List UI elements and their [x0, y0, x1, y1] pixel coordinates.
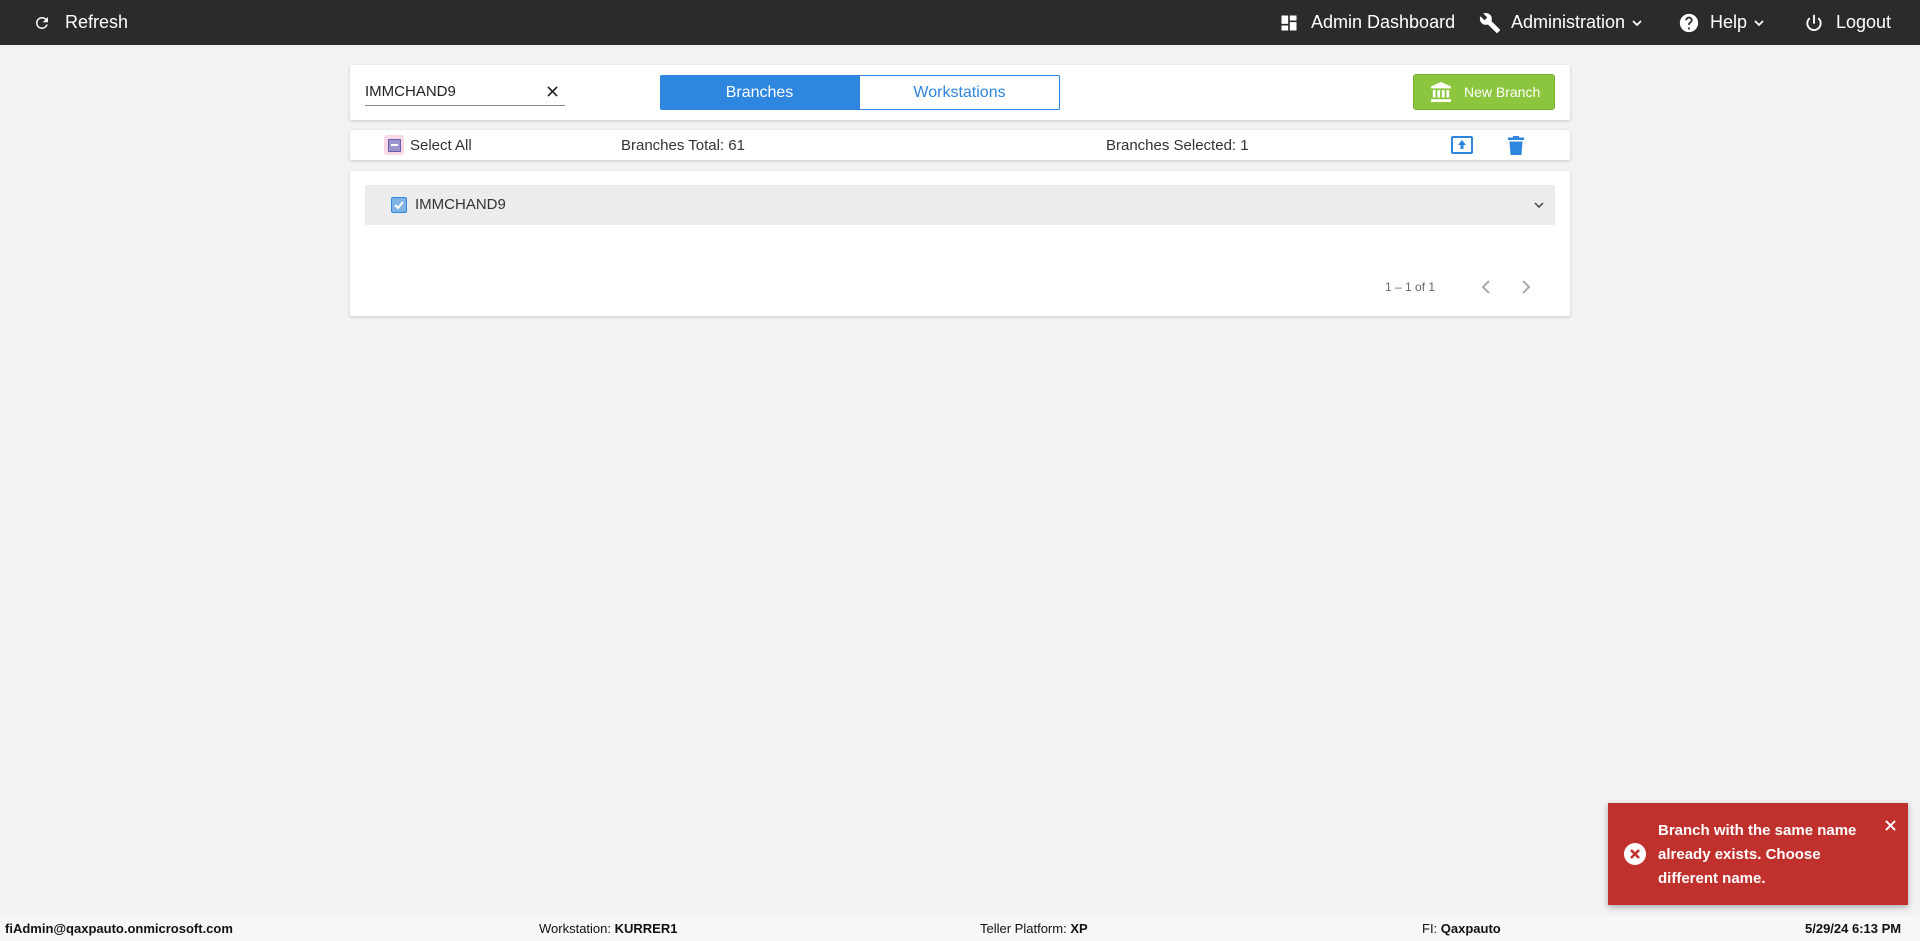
bank-icon	[1431, 82, 1451, 102]
fi-value: Qaxpauto	[1440, 921, 1501, 936]
tab-branches[interactable]: Branches	[660, 75, 859, 110]
toast-close-button[interactable]	[1883, 818, 1897, 832]
new-branch-label: New Branch	[1464, 84, 1541, 100]
select-all-checkbox[interactable]	[384, 135, 404, 155]
upload-button[interactable]	[1450, 134, 1474, 156]
teller-platform-value: XP	[1070, 921, 1088, 936]
footer-workstation: Workstation: KURRER1	[539, 921, 677, 936]
dashboard-icon	[1281, 15, 1297, 30]
admin-dashboard-label: Admin Dashboard	[1311, 12, 1456, 32]
help-label: Help	[1710, 12, 1748, 32]
power-icon	[1806, 14, 1822, 31]
logout-button[interactable]: Logout	[1804, 0, 1891, 45]
workstation-value: KURRER1	[614, 921, 678, 936]
chevron-down-icon	[1754, 19, 1764, 26]
admin-dashboard-link[interactable]: Admin Dashboard	[1279, 0, 1455, 45]
chevron-down-icon	[1632, 19, 1642, 26]
new-branch-button[interactable]: New Branch	[1413, 74, 1555, 110]
selection-toolbar: Select All Branches Total: 61 Branches S…	[350, 130, 1570, 160]
top-nav-bar: Refresh Admin Dashboard Administration H…	[0, 0, 1920, 45]
delete-button[interactable]	[1504, 134, 1528, 156]
fi-label: FI:	[1422, 921, 1441, 936]
branches-total: Branches Total: 61	[621, 137, 745, 154]
chevron-left-icon	[1481, 280, 1490, 294]
error-icon	[1624, 843, 1646, 865]
footer-datetime: 5/29/24 6:13 PM	[1805, 921, 1902, 936]
refresh-label: Refresh	[65, 12, 129, 32]
branch-name: IMMCHAND9	[415, 196, 506, 213]
refresh-icon	[35, 16, 48, 29]
branches-selected: Branches Selected: 1	[1106, 137, 1249, 154]
close-icon	[546, 85, 558, 97]
chevron-down-icon	[1534, 202, 1544, 209]
help-menu[interactable]: Help	[1678, 0, 1765, 45]
chevron-right-icon	[1522, 280, 1531, 294]
toast-message: Branch with the same name already exists…	[1658, 822, 1857, 887]
previous-page-button[interactable]	[1476, 277, 1496, 297]
administration-menu[interactable]: Administration	[1479, 0, 1643, 45]
administration-label: Administration	[1511, 12, 1626, 32]
workstation-label: Workstation:	[539, 921, 615, 936]
search-card: Branches Workstations New Branch	[350, 65, 1570, 120]
footer-teller-platform: Teller Platform: XP	[980, 921, 1088, 936]
expand-row-button[interactable]	[1531, 197, 1547, 213]
search-input[interactable]	[365, 78, 540, 104]
select-all-label[interactable]: Select All	[410, 137, 472, 154]
close-icon	[1884, 819, 1896, 831]
teller-platform-label: Teller Platform:	[980, 921, 1071, 936]
error-toast: Branch with the same name already exists…	[1608, 803, 1908, 905]
footer-user: fiAdmin@qaxpauto.onmicrosoft.com	[5, 921, 233, 936]
tab-workstations[interactable]: Workstations	[859, 75, 1060, 110]
branch-list: IMMCHAND9 1 – 1 of 1	[350, 171, 1570, 316]
logout-label: Logout	[1836, 12, 1892, 32]
pagination-range: 1 – 1 of 1	[1385, 280, 1436, 294]
next-page-button[interactable]	[1516, 277, 1536, 297]
refresh-button[interactable]: Refresh	[33, 0, 128, 45]
wrench-icon	[1479, 12, 1501, 33]
help-icon	[1679, 13, 1699, 32]
checkmark-icon	[394, 201, 404, 210]
row-checkbox[interactable]	[391, 197, 407, 213]
trash-icon	[1508, 135, 1524, 155]
search-field	[365, 78, 565, 106]
upload-icon	[1451, 136, 1473, 154]
footer-fi: FI: Qaxpauto	[1422, 921, 1501, 936]
clear-search-button[interactable]	[543, 82, 561, 100]
list-item[interactable]: IMMCHAND9	[365, 185, 1555, 225]
status-footer: fiAdmin@qaxpauto.onmicrosoft.com Worksta…	[0, 916, 1920, 941]
